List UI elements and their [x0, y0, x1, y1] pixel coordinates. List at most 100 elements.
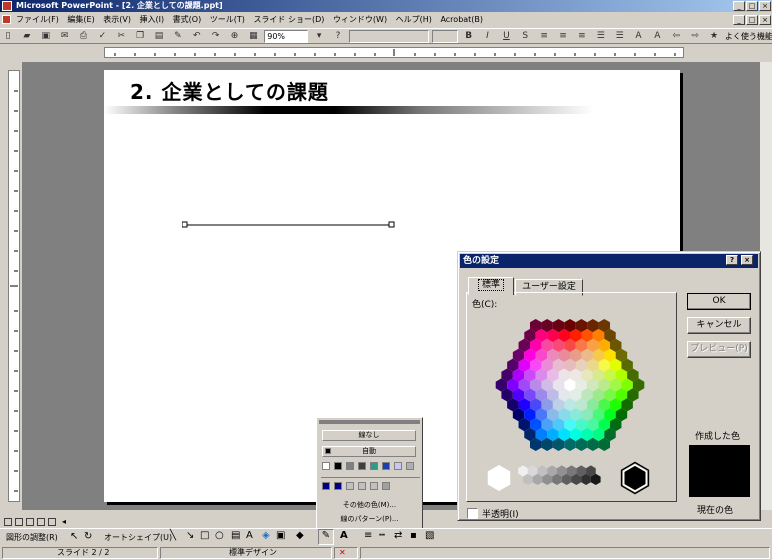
slide-view-icon[interactable]: [26, 518, 34, 526]
frequent-commands-menu[interactable]: よく使う機能(O): [725, 32, 772, 41]
help-icon[interactable]: ?: [331, 30, 345, 43]
normal-view-icon[interactable]: [4, 518, 12, 526]
shadow-style-icon[interactable]: ▪: [410, 530, 417, 541]
menu-slideshow[interactable]: スライド ショー(D): [253, 15, 324, 24]
textbox-tool-icon[interactable]: ▤: [231, 530, 240, 541]
horizontal-ruler[interactable]: [104, 47, 684, 58]
automatic-color-button[interactable]: 自動: [322, 446, 416, 457]
shadow-icon[interactable]: S: [518, 30, 532, 43]
doc-close-button[interactable]: ×: [759, 15, 771, 25]
menu-insert[interactable]: 挿入(I): [140, 15, 165, 24]
popup-drag-handle[interactable]: [319, 420, 420, 424]
grayscale-honeycomb[interactable]: [485, 461, 655, 495]
line-patterns-item[interactable]: 線のパターン(P)...: [317, 513, 422, 525]
document-icon[interactable]: [2, 15, 11, 24]
cut-icon[interactable]: ✂: [114, 30, 128, 43]
hyperlink-icon[interactable]: ⊕: [228, 30, 242, 43]
menu-file[interactable]: ファイル(F): [16, 15, 59, 24]
align-left-icon[interactable]: ≡: [537, 30, 551, 43]
redo-icon[interactable]: ↷: [209, 30, 223, 43]
no-line-button[interactable]: 線なし: [322, 430, 416, 441]
menu-format[interactable]: 書式(O): [173, 15, 202, 24]
scheme-color-swatch[interactable]: [394, 462, 402, 470]
line-color-icon[interactable]: ✎: [318, 529, 334, 545]
color-honeycomb[interactable]: [485, 315, 655, 455]
gray-cell[interactable]: [487, 465, 511, 491]
font-size-combo[interactable]: [431, 30, 458, 43]
line-style-icon[interactable]: ≡: [364, 530, 372, 541]
font-name-combo[interactable]: [348, 30, 429, 43]
arrow-tool-icon[interactable]: ↘: [186, 530, 194, 541]
menu-view[interactable]: 表示(V): [103, 15, 131, 24]
promote-icon[interactable]: ⇦: [669, 30, 683, 43]
draw-menu[interactable]: 図形の調整(R): [6, 532, 58, 543]
dash-style-icon[interactable]: ┅: [379, 530, 385, 541]
minimize-button[interactable]: _: [733, 1, 745, 11]
gray-cell[interactable]: [622, 464, 648, 492]
chevron-down-icon[interactable]: ▾: [312, 30, 326, 43]
scheme-color-swatch[interactable]: [322, 462, 330, 470]
menu-help[interactable]: ヘルプ(H): [396, 15, 432, 24]
wordart-icon[interactable]: A: [246, 530, 253, 541]
slide-title[interactable]: 2. 企業としての課題: [130, 76, 329, 105]
undo-icon[interactable]: ↶: [190, 30, 204, 43]
more-colors-item[interactable]: その他の色(M)...: [317, 499, 422, 511]
line-tool-icon[interactable]: ╲: [170, 530, 176, 541]
powerpoint-app-icon[interactable]: [2, 1, 12, 11]
recent-color-swatch[interactable]: [334, 482, 342, 490]
cancel-button[interactable]: キャンセル: [687, 317, 751, 334]
tab-standard[interactable]: 標準: [468, 277, 514, 295]
numbering-icon[interactable]: ☰: [594, 30, 608, 43]
open-folder-icon[interactable]: ▰: [20, 30, 34, 43]
ok-button[interactable]: OK: [687, 293, 751, 310]
select-arrow-icon[interactable]: ↖: [70, 531, 78, 542]
spelling-status-icon[interactable]: ✕: [339, 548, 346, 557]
preview-button[interactable]: プレビュー(P): [687, 341, 751, 358]
translucent-checkbox[interactable]: [467, 508, 478, 519]
outline-view-icon[interactable]: [15, 518, 23, 526]
arrow-style-icon[interactable]: ⇄: [394, 530, 402, 541]
align-center-icon[interactable]: ≡: [556, 30, 570, 43]
rectangle-tool-icon[interactable]: □: [200, 530, 209, 541]
selected-line-shape[interactable]: [182, 220, 398, 230]
menu-edit[interactable]: 編集(E): [67, 15, 94, 24]
vertical-ruler[interactable]: [8, 70, 20, 502]
print-icon[interactable]: ⎙: [77, 30, 91, 43]
recent-color-swatch[interactable]: [322, 482, 330, 490]
menu-tools[interactable]: ツール(T): [210, 15, 245, 24]
slideshow-view-icon[interactable]: [48, 518, 56, 526]
spellcheck-icon[interactable]: ✓: [95, 30, 109, 43]
recent-color-swatch[interactable]: [370, 482, 378, 490]
scheme-color-swatch[interactable]: [382, 462, 390, 470]
recent-color-swatch[interactable]: [346, 482, 354, 490]
demote-icon[interactable]: ⇨: [688, 30, 702, 43]
scheme-color-swatch[interactable]: [406, 462, 414, 470]
doc-minimize-button[interactable]: _: [733, 15, 745, 25]
diagram-icon[interactable]: ◈: [262, 530, 270, 541]
menu-window[interactable]: ウィンドウ(W): [333, 15, 387, 24]
underline-icon[interactable]: U: [499, 30, 513, 43]
menu-acrobat[interactable]: Acrobat(B): [440, 15, 483, 24]
recent-color-swatch[interactable]: [382, 482, 390, 490]
email-icon[interactable]: ✉: [58, 30, 72, 43]
bullets-icon[interactable]: ☰: [613, 30, 627, 43]
align-right-icon[interactable]: ≡: [575, 30, 589, 43]
format-painter-icon[interactable]: ✎: [171, 30, 185, 43]
3d-style-icon[interactable]: ▧: [425, 530, 434, 541]
grow-font-icon[interactable]: A: [632, 30, 646, 43]
star-icon[interactable]: ★: [707, 30, 721, 43]
save-icon[interactable]: ▣: [39, 30, 53, 43]
fill-color-icon[interactable]: ◆: [296, 530, 304, 541]
scheme-color-swatch[interactable]: [346, 462, 354, 470]
paste-icon[interactable]: ▤: [152, 30, 166, 43]
font-color-icon[interactable]: A: [340, 530, 348, 541]
maximize-button[interactable]: □: [746, 1, 758, 11]
clipart-icon[interactable]: ▣: [276, 530, 285, 541]
dialog-help-button[interactable]: ?: [726, 255, 738, 265]
italic-icon[interactable]: I: [481, 30, 495, 43]
zoom-combo[interactable]: 90%: [264, 30, 309, 43]
copy-icon[interactable]: ❐: [133, 30, 147, 43]
window-close-button[interactable]: ×: [759, 1, 771, 11]
rotate-icon[interactable]: ↻: [84, 531, 92, 542]
bold-icon[interactable]: B: [462, 30, 476, 43]
